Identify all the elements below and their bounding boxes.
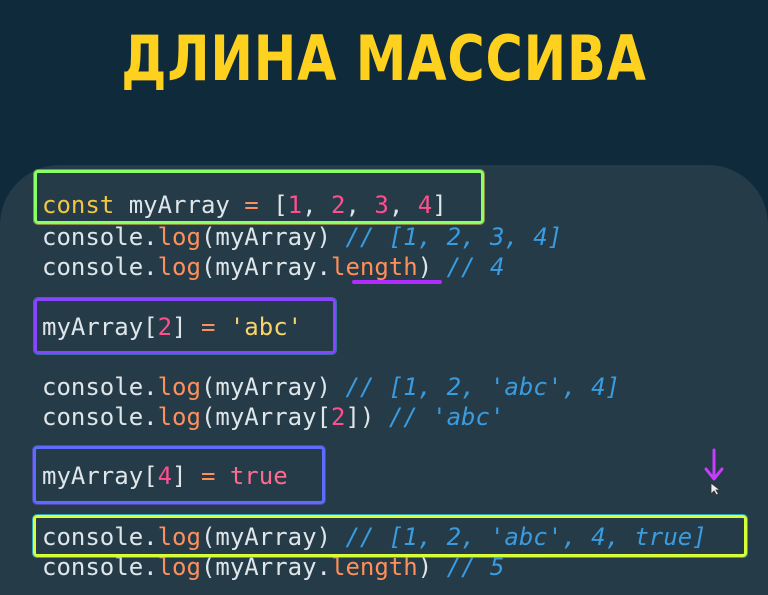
length-underline — [352, 280, 442, 284]
console-object: console. — [42, 253, 158, 281]
console-object: console. — [42, 553, 158, 581]
log-method: log — [157, 373, 201, 401]
log-method: log — [157, 223, 201, 251]
arrow-down-icon — [704, 448, 724, 481]
log-args: (myArray) — [200, 223, 346, 251]
code-line-5: console.log(myArray) // [1, 2, 'abc', 4] — [42, 372, 620, 402]
log-args: (myArray. — [200, 253, 331, 281]
code-comment: // [1, 2, 3, 4] — [345, 223, 563, 251]
code-line-6: console.log(myArray[2]) // 'abc' — [42, 402, 504, 432]
mouse-cursor-icon — [710, 482, 722, 496]
log-method: log — [157, 553, 201, 581]
console-object: console. — [42, 373, 158, 401]
highlight-box-assign-index-2 — [34, 298, 336, 354]
page-title: ДЛИНА МАССИВА — [121, 22, 647, 95]
highlight-box-declaration — [34, 170, 484, 224]
log-args: (myArray[ — [200, 403, 331, 431]
array-index: 2 — [331, 403, 346, 431]
log-args: (myArray) — [200, 373, 346, 401]
code-comment: // 5 — [446, 553, 505, 581]
code-comment: // 4 — [446, 253, 505, 281]
log-method: log — [157, 253, 201, 281]
code-comment: // [1, 2, 'abc', 4] — [345, 373, 620, 401]
log-args-close: ]) — [345, 403, 389, 431]
log-args-close: ) — [417, 253, 447, 281]
code-comment: // 'abc' — [388, 403, 505, 431]
console-object: console. — [42, 403, 158, 431]
log-args-close: ) — [417, 553, 447, 581]
log-args: (myArray. — [200, 553, 331, 581]
console-object: console. — [42, 223, 158, 251]
length-property: length — [331, 553, 418, 581]
length-property: length — [331, 253, 418, 281]
code-line-3: console.log(myArray.length) // 4 — [42, 252, 504, 282]
highlight-box-assign-index-4 — [33, 446, 325, 504]
highlight-box-log-result — [33, 515, 747, 557]
log-method: log — [157, 403, 201, 431]
code-line-2: console.log(myArray) // [1, 2, 3, 4] — [42, 222, 562, 252]
